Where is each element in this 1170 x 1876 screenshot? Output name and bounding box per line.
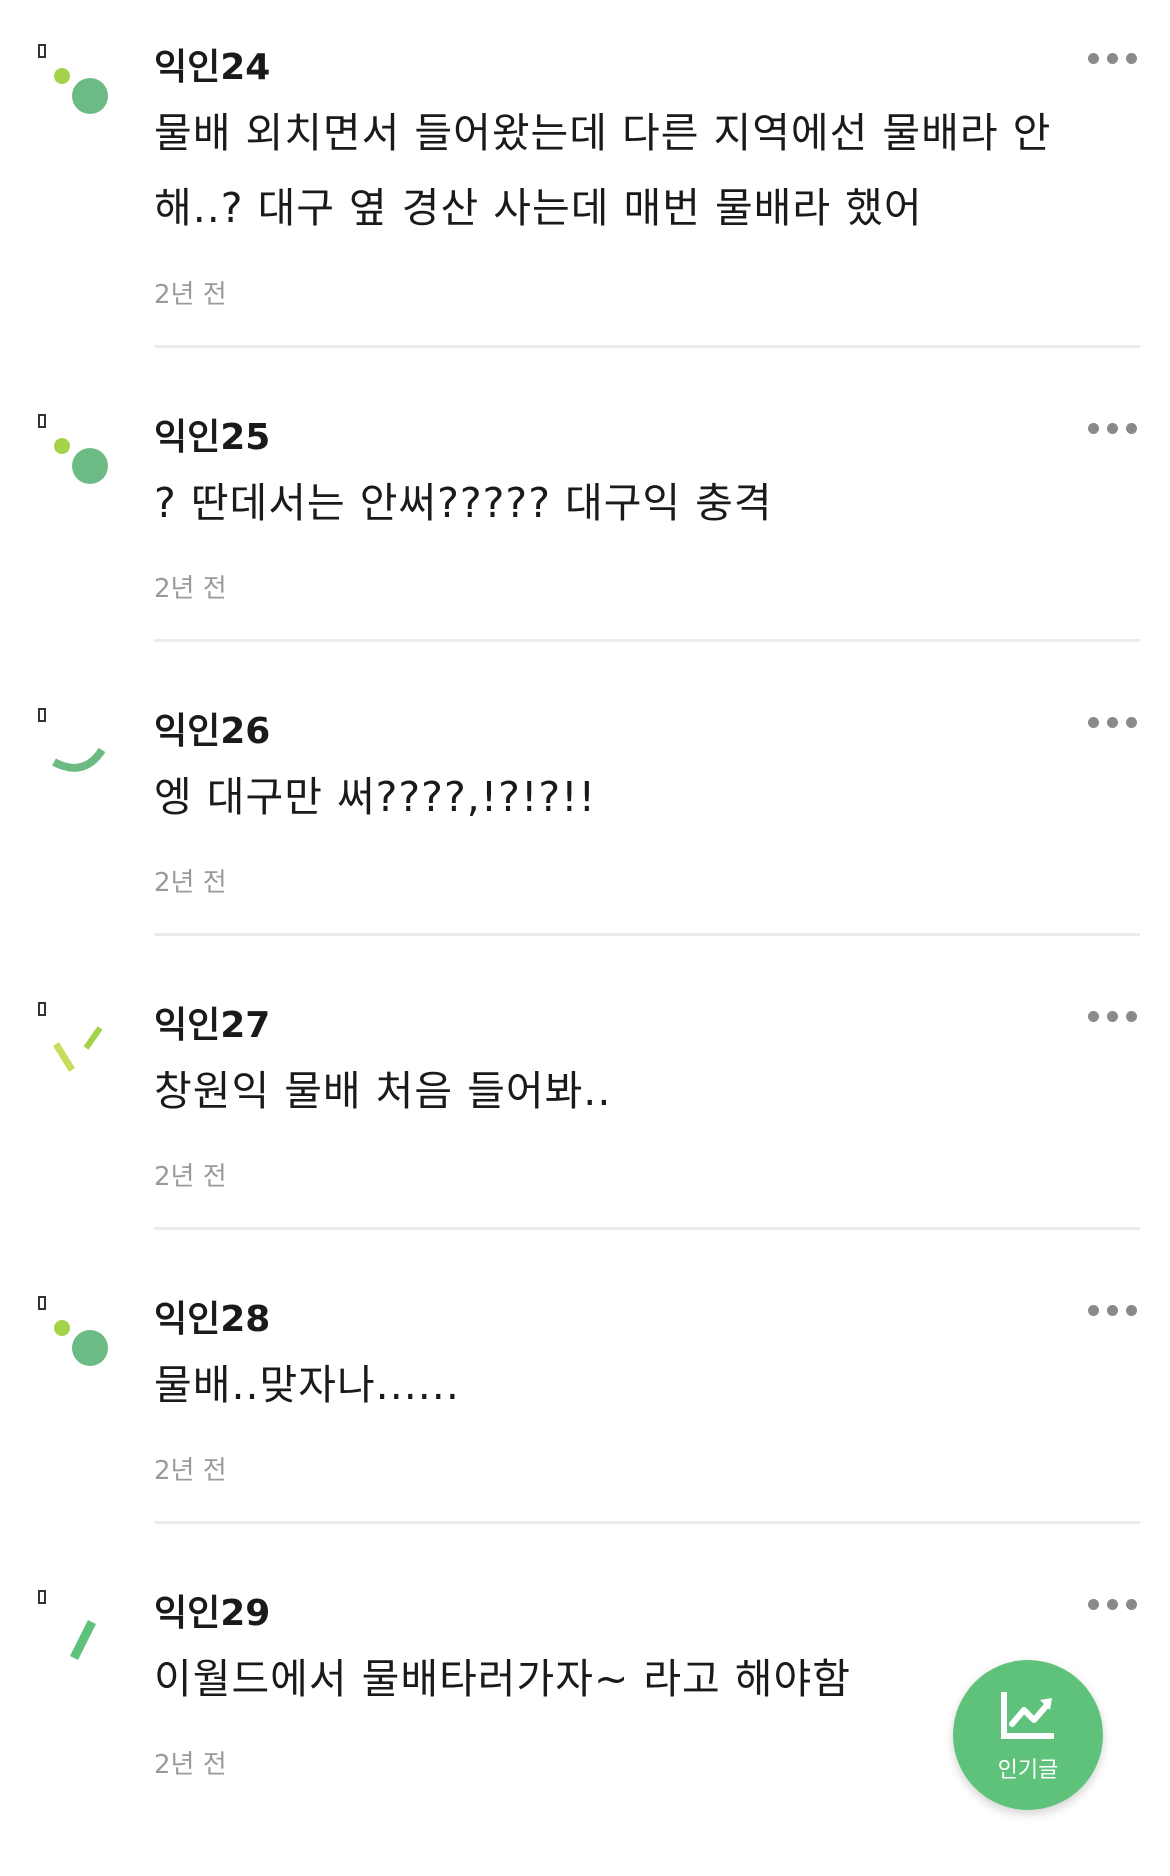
comment-timestamp: 2년 전 (154, 1750, 227, 1780)
comment-body: 물배..맞자나...... (154, 1348, 1084, 1423)
comment-body: 엥 대구만 써????,!?!?!! (154, 760, 1084, 835)
comment-body-line: 물배 외치면서 들어왔는데 다른 지역에선 물배라 안 (154, 109, 1052, 157)
dots-avatar-icon[interactable] (36, 1288, 126, 1378)
trending-chart-icon (1001, 1692, 1054, 1739)
comment-body: 이월드에서 물배타러가자~ 라고 해야함 (154, 1642, 1084, 1717)
comment-body-line: ? 딴데서는 안써????? 대구익 충격 (154, 479, 773, 527)
comment-timestamp: 2년 전 (154, 1456, 227, 1486)
comment-timestamp: 2년 전 (154, 574, 227, 604)
more-options-icon[interactable] (1088, 1006, 1138, 1026)
more-options-icon[interactable] (1088, 1300, 1138, 1320)
more-options-icon[interactable] (1088, 712, 1138, 732)
comment-nickname: 익인28 (154, 1299, 271, 1340)
comment-body: 물배 외치면서 들어왔는데 다른 지역에선 물배라 안 해..? 대구 옆 경산… (154, 96, 1084, 246)
comment-body-line: 물배..맞자나...... (154, 1361, 460, 1409)
dots-avatar-icon[interactable] (36, 36, 126, 126)
comment-body: ? 딴데서는 안써????? 대구익 충격 (154, 466, 1084, 541)
arc-avatar-icon[interactable] (36, 700, 126, 790)
popular-posts-button[interactable]: 인기글 (953, 1660, 1103, 1810)
more-options-icon[interactable] (1088, 418, 1138, 438)
divider (154, 1521, 1140, 1524)
comment-nickname: 익인24 (154, 47, 271, 88)
comment-item: 익인25 ? 딴데서는 안써????? 대구익 충격 2년 전 (0, 406, 1170, 700)
divider (154, 639, 1140, 642)
comment-item: 익인27 창원익 물배 처음 들어봐.. 2년 전 (0, 994, 1170, 1288)
comment-timestamp: 2년 전 (154, 280, 227, 310)
comment-nickname: 익인29 (154, 1593, 271, 1634)
comment-item: 익인28 물배..맞자나...... 2년 전 (0, 1288, 1170, 1582)
divider (154, 345, 1140, 348)
comment-nickname: 익인26 (154, 711, 271, 752)
comment-nickname: 익인25 (154, 417, 271, 458)
comment-body: 창원익 물배 처음 들어봐.. (154, 1054, 1084, 1129)
divider (154, 1227, 1140, 1230)
comment-timestamp: 2년 전 (154, 1162, 227, 1192)
comment-body-line: 창원익 물배 처음 들어봐.. (154, 1067, 612, 1115)
more-options-icon[interactable] (1088, 1594, 1138, 1614)
lines-avatar-icon[interactable] (36, 994, 126, 1084)
comment-item: 익인24 물배 외치면서 들어왔는데 다른 지역에선 물배라 안 해..? 대구… (0, 36, 1170, 348)
comment-body-line: 이월드에서 물배타러가자~ 라고 해야함 (154, 1655, 851, 1703)
comment-item: 익인26 엥 대구만 써????,!?!?!! 2년 전 (0, 700, 1170, 994)
comment-timestamp: 2년 전 (154, 868, 227, 898)
more-options-icon[interactable] (1088, 48, 1138, 68)
comment-body-line: 엥 대구만 써????,!?!?!! (154, 773, 597, 821)
divider (154, 933, 1140, 936)
comment-nickname: 익인27 (154, 1005, 271, 1046)
comment-body-line: 해..? 대구 옆 경산 사는데 매번 물배라 했어 (154, 184, 923, 232)
dots-avatar-icon[interactable] (36, 406, 126, 496)
slash-avatar-icon[interactable] (36, 1582, 126, 1672)
popular-posts-label: 인기글 (997, 1758, 1059, 1783)
